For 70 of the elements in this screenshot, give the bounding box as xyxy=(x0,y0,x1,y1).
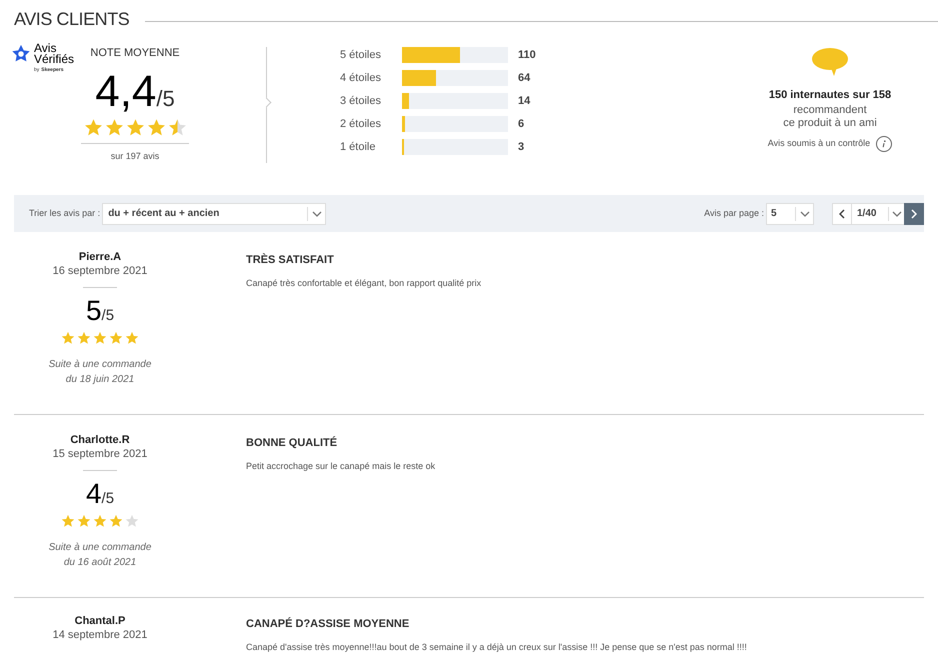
sort-dropdown[interactable]: du + récent au + ancien xyxy=(102,202,326,224)
previous-page-button[interactable] xyxy=(832,202,852,224)
star-icon xyxy=(84,118,102,136)
rating-label: 3 étoiles xyxy=(340,94,382,109)
chevron-left-icon xyxy=(839,208,845,218)
star-icon xyxy=(104,118,124,136)
star-icon xyxy=(109,331,123,345)
info-icon[interactable] xyxy=(876,136,892,152)
order-note: du 16 août 2021 xyxy=(64,556,136,570)
speech-bubble-icon xyxy=(811,47,849,77)
review-text: Canapé d'assise très moyenne!!!au bout de 3 semaine il y a déjà un creux sur l'assise !!! Je pense que se n'est pas normal !!!! xyxy=(246,640,748,652)
reviewer-name: Chantal.P xyxy=(74,614,126,628)
per-page-label: Avis par page : xyxy=(704,206,764,220)
star-icon xyxy=(77,514,91,528)
review-title: CANAPÉ D?ASSISE MOYENNE xyxy=(246,616,410,632)
star-icon xyxy=(109,514,123,528)
page-dropdown[interactable]: 1/40 xyxy=(852,202,904,224)
star-icon xyxy=(61,331,75,345)
review-date: 14 septembre 2021 xyxy=(52,628,148,642)
rating-label: 5 étoiles xyxy=(340,48,382,63)
order-note: Suite à une commande xyxy=(48,541,152,555)
caret-icon xyxy=(312,210,322,216)
order-note: du 18 juin 2021 xyxy=(66,373,134,387)
rating-count: 64 xyxy=(518,70,530,86)
review-title: BONNE QUALITÉ xyxy=(246,435,338,451)
rating-label: 2 étoiles xyxy=(340,116,382,132)
score-scale: /5 xyxy=(102,308,114,323)
next-page-button[interactable] xyxy=(904,202,924,224)
average-score: 4,4 xyxy=(95,70,156,114)
review-text: Canapé très confortable et élégant, bon rapport qualité prix xyxy=(246,276,482,288)
recommend-headline: 150 internautes sur 158 xyxy=(768,88,892,103)
review-text: Petit accrochage sur le canapé mais le reste ok xyxy=(246,460,436,472)
empty-star-icon xyxy=(125,514,139,528)
recommend-text: ce produit à un ami xyxy=(783,116,877,130)
rating-count: 3 xyxy=(518,140,524,155)
rating-count: 6 xyxy=(518,116,524,132)
star-icon xyxy=(93,514,107,528)
rating-count: 110 xyxy=(518,48,536,63)
review-title: TRÈS SATISFAIT xyxy=(246,252,335,268)
rating-label: 4 étoiles xyxy=(340,70,382,86)
star-icon xyxy=(126,118,144,136)
logo-text: Avis xyxy=(34,43,56,54)
logo-text: Vérifiés xyxy=(34,54,74,65)
average-label: NOTE MOYENNE xyxy=(90,46,180,61)
review-date: 16 septembre 2021 xyxy=(52,264,148,278)
section-title: AVIS CLIENTS xyxy=(14,8,130,31)
rating-count: 14 xyxy=(518,94,530,109)
score-scale: /5 xyxy=(102,491,114,506)
per-page-dropdown[interactable]: 5 xyxy=(766,202,814,224)
review-count: sur 197 avis xyxy=(110,150,160,162)
star-icon xyxy=(61,514,75,528)
star-icon xyxy=(146,118,166,136)
reviewer-name: Charlotte.R xyxy=(70,433,130,447)
star-icon xyxy=(93,331,107,345)
rating-label: 1 étoile xyxy=(340,140,376,155)
caret-icon xyxy=(800,210,810,216)
recommend-text: recommandent xyxy=(793,104,867,116)
score-scale: /5 xyxy=(156,88,175,110)
review-score: 4 xyxy=(86,480,102,508)
reviewer-name: Pierre.A xyxy=(78,250,122,264)
caret-icon xyxy=(892,210,902,216)
chevron-right-icon xyxy=(911,208,917,218)
half-star-icon xyxy=(168,118,186,136)
order-note: Suite à une commande xyxy=(48,358,152,372)
review-date: 15 septembre 2021 xyxy=(52,447,148,461)
control-note: Avis soumis à un contrôle xyxy=(768,136,870,150)
review-score: 5 xyxy=(86,297,102,325)
sort-label: Trier les avis par : xyxy=(29,206,100,220)
star-icon xyxy=(125,331,139,345)
star-icon xyxy=(77,331,91,345)
